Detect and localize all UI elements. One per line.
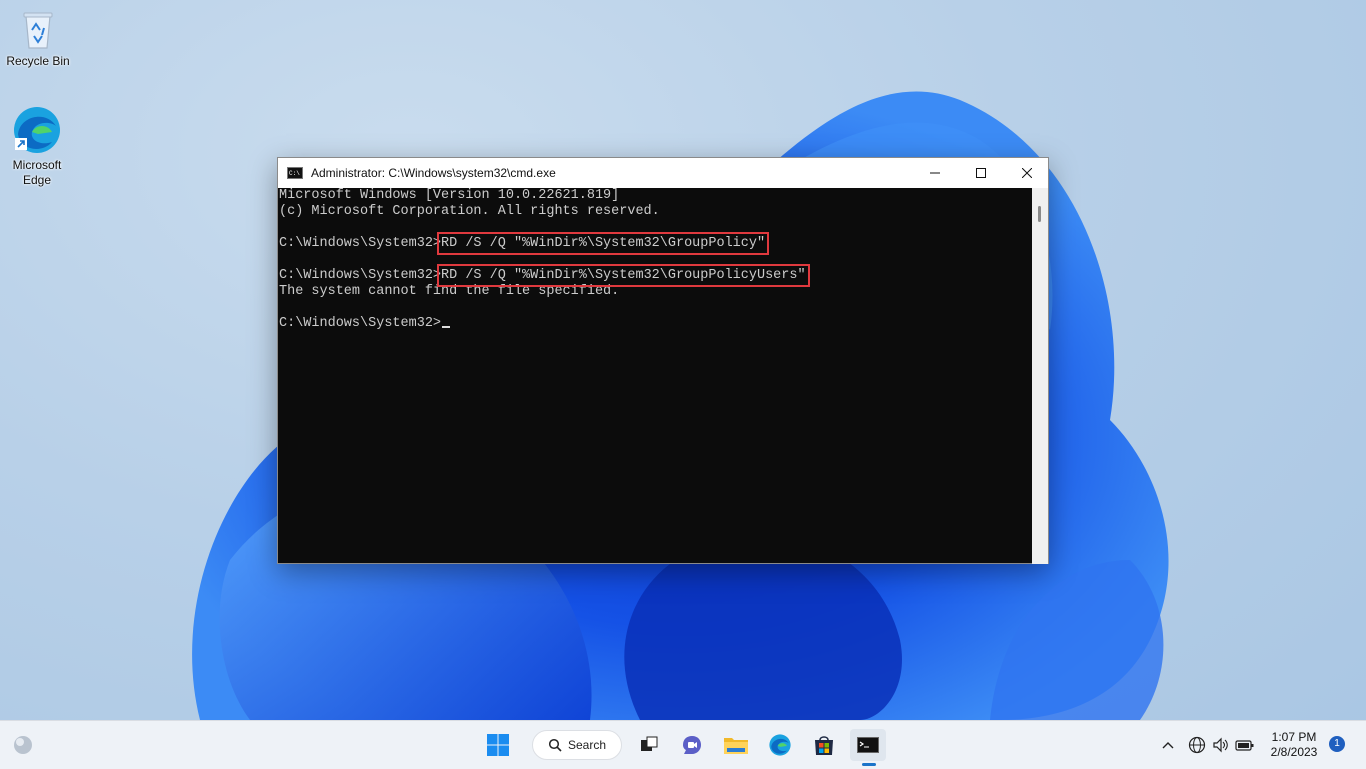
battery-button[interactable]: [1234, 729, 1256, 761]
widgets-button[interactable]: [8, 729, 38, 761]
console-line: The system cannot find the file specifie…: [279, 284, 620, 299]
title-bar[interactable]: C:\ Administrator: C:\Windows\system32\c…: [278, 158, 1048, 188]
console-line: C:\Windows\System32>: [279, 316, 1033, 332]
search-label: Search: [567, 738, 607, 752]
edge-label: Microsoft Edge: [12, 158, 62, 187]
taskbar-search[interactable]: Search: [532, 730, 622, 760]
task-view-button[interactable]: [634, 729, 664, 761]
console-line: C:\Windows\System32>RD /S /Q "%WinDir%\S…: [279, 232, 1033, 255]
svg-text:C:\: C:\: [289, 170, 300, 177]
store-button[interactable]: [809, 729, 839, 761]
prompt: C:\Windows\System32>: [279, 268, 442, 283]
window-title: Administrator: C:\Windows\system32\cmd.e…: [311, 166, 556, 180]
recycle-bin-label: Recycle Bin: [6, 54, 70, 68]
globe-icon: [1188, 736, 1206, 754]
weather-icon: [14, 736, 32, 754]
speaker-icon: [1213, 737, 1228, 753]
terminal-icon: [857, 737, 879, 753]
date-text: 2/8/2023: [1270, 745, 1318, 759]
recycle-bin-shortcut[interactable]: Recycle Bin: [0, 8, 76, 69]
scroll-thumb[interactable]: [1038, 206, 1041, 222]
minimize-button[interactable]: [912, 158, 958, 188]
edge-shortcut[interactable]: Microsoft Edge: [0, 104, 75, 188]
folder-icon: [724, 738, 748, 754]
chat-button[interactable]: [677, 729, 707, 761]
windows-logo-icon: [487, 734, 509, 756]
active-app-indicator: [862, 763, 876, 766]
chevron-up-icon: [1162, 742, 1174, 749]
maximize-icon: [976, 168, 986, 178]
notification-badge[interactable]: 1: [1329, 736, 1345, 752]
search-icon: [548, 738, 562, 752]
console-output[interactable]: Microsoft Windows [Version 10.0.22621.81…: [278, 188, 1033, 564]
recycle-bin-icon: [23, 12, 53, 49]
console-line: (c) Microsoft Corporation. All rights re…: [279, 204, 660, 219]
highlighted-command: RD /S /Q "%WinDir%\System32\GroupPolicy": [437, 232, 770, 255]
cmd-window[interactable]: C:\ Administrator: C:\Windows\system32\c…: [277, 157, 1049, 564]
show-hidden-icons-button[interactable]: [1158, 729, 1178, 761]
network-button[interactable]: [1186, 729, 1208, 761]
start-button[interactable]: [482, 729, 514, 761]
time-text: 1:07 PM: [1271, 730, 1317, 744]
file-explorer-button[interactable]: [721, 729, 751, 761]
taskbar: Search 1:07 PM 2/8/2023: [0, 720, 1366, 769]
close-button[interactable]: [1004, 158, 1050, 188]
maximize-button[interactable]: [958, 158, 1004, 188]
prompt: C:\Windows\System32>: [279, 316, 442, 331]
store-icon: [815, 736, 833, 755]
chat-icon: [683, 736, 701, 754]
vertical-scrollbar[interactable]: [1032, 188, 1048, 564]
edge-taskbar-button[interactable]: [765, 729, 795, 761]
edge-icon: [769, 734, 791, 756]
highlighted-command: RD /S /Q "%WinDir%\System32\GroupPolicyU…: [437, 264, 810, 287]
prompt: C:\Windows\System32>: [279, 236, 442, 251]
cmd-taskbar-button[interactable]: [850, 729, 886, 761]
battery-icon: [1235, 740, 1254, 751]
text-cursor: [442, 326, 451, 328]
edge-icon: [14, 107, 60, 153]
close-icon: [1022, 168, 1032, 178]
task-view-icon: [641, 736, 658, 751]
volume-button[interactable]: [1210, 729, 1232, 761]
minimize-icon: [930, 172, 940, 174]
console-line: C:\Windows\System32>RD /S /Q "%WinDir%\S…: [279, 264, 1033, 287]
clock[interactable]: 1:07 PM 2/8/2023: [1268, 730, 1320, 760]
console-line: Microsoft Windows [Version 10.0.22621.81…: [279, 188, 620, 203]
cmd-title-icon: C:\: [287, 167, 303, 179]
